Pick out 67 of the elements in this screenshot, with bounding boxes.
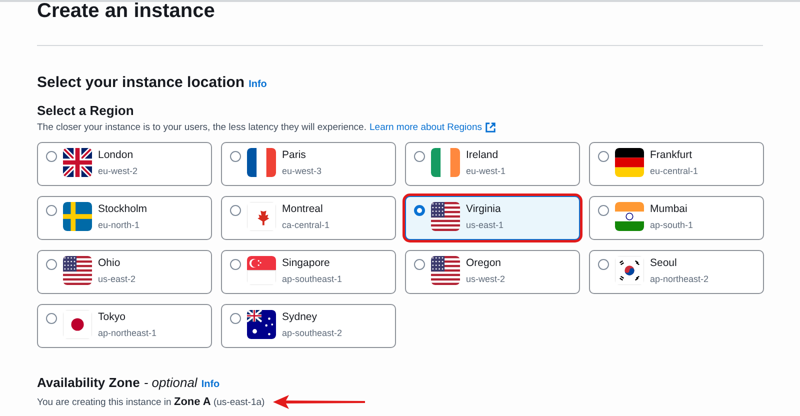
region-code: ap-southeast-2	[282, 327, 342, 339]
region-code: eu-west-3	[282, 165, 322, 177]
info-link[interactable]: Info	[248, 79, 267, 90]
radio-button[interactable]	[414, 259, 425, 270]
region-code: ca-central-1	[282, 219, 330, 231]
region-code: ap-southeast-1	[282, 273, 342, 285]
section-heading: Select a Region	[37, 103, 135, 119]
region-code: us-east-2	[98, 273, 136, 285]
region-code: ap-northeast-1	[98, 327, 157, 339]
region-option[interactable]: Tokyo ap-northeast-1	[37, 304, 212, 348]
region-code: eu-west-1	[466, 165, 506, 177]
radio-button[interactable]	[46, 151, 57, 162]
region-name: Frankfurt	[650, 149, 694, 162]
region-name: London	[98, 149, 134, 162]
region-option[interactable]: Virginia us-east-1	[405, 196, 580, 240]
region-option[interactable]: Ireland eu-west-1	[405, 142, 580, 186]
region-code: eu-north-1	[98, 219, 141, 231]
region-code: eu-west-2	[98, 165, 138, 177]
zone-sentence: You are creating this instance in Zone A (us-east-1a)	[37, 394, 265, 410]
region-option[interactable]: London eu-west-2	[37, 142, 212, 186]
radio-button[interactable]	[414, 205, 425, 216]
region-option[interactable]: Ohio us-east-2	[37, 250, 212, 294]
region-code: ap-northeast-2	[650, 273, 709, 285]
external-link-icon[interactable]	[485, 122, 496, 133]
region-option[interactable]: Montreal ca-central-1	[221, 196, 396, 240]
radio-button[interactable]	[46, 313, 57, 324]
region-option[interactable]: Stockholm eu-north-1	[37, 196, 212, 240]
radio-button[interactable]	[230, 205, 241, 216]
radio-button[interactable]	[598, 205, 609, 216]
region-option[interactable]: Frankfurt eu-central-1	[589, 142, 764, 186]
region-code: us-east-1	[466, 219, 504, 231]
radio-button[interactable]	[598, 259, 609, 270]
region-option[interactable]: Sydney ap-southeast-2	[221, 304, 396, 348]
region-name: Tokyo	[98, 311, 126, 324]
region-name: Singapore	[282, 257, 331, 270]
region-name: Ireland	[466, 149, 500, 162]
region-code: us-west-2	[466, 273, 506, 285]
region-option[interactable]: Singapore ap-southeast-1	[221, 250, 396, 294]
radio-button[interactable]	[414, 151, 425, 162]
radio-button[interactable]	[230, 259, 241, 270]
region-name: Oregon	[466, 257, 502, 270]
region-option[interactable]: Seoul ap-northeast-2	[589, 250, 764, 294]
section-heading: Select your instance location	[37, 74, 245, 91]
radio-button[interactable]	[598, 151, 609, 162]
description-text: The closer your instance is to your users, the less latency they will experience.	[37, 121, 366, 134]
region-name: Mumbai	[650, 203, 688, 216]
learn-more-link[interactable]: Learn more about Regions	[370, 121, 482, 134]
region-name: Virginia	[466, 203, 502, 216]
info-link[interactable]: Info	[201, 377, 220, 392]
region-option[interactable]: Paris eu-west-3	[221, 142, 396, 186]
region-name: Sydney	[282, 311, 318, 324]
page-title: Create an instance	[37, 0, 216, 23]
radio-button[interactable]	[46, 205, 57, 216]
region-name: Stockholm	[98, 203, 148, 216]
section-heading: Availability Zone	[37, 374, 140, 392]
region-code: ap-south-1	[650, 219, 694, 231]
region-name: Seoul	[650, 257, 678, 270]
region-name: Montreal	[282, 203, 324, 216]
region-option[interactable]: Mumbai ap-south-1	[589, 196, 764, 240]
region-option[interactable]: Oregon us-west-2	[405, 250, 580, 294]
radio-button[interactable]	[46, 259, 57, 270]
region-name: Paris	[282, 149, 307, 162]
optional-label: - optional	[144, 374, 198, 392]
region-name: Ohio	[98, 257, 122, 270]
radio-button[interactable]	[230, 151, 241, 162]
radio-button[interactable]	[230, 313, 241, 324]
region-code: eu-central-1	[650, 165, 698, 177]
